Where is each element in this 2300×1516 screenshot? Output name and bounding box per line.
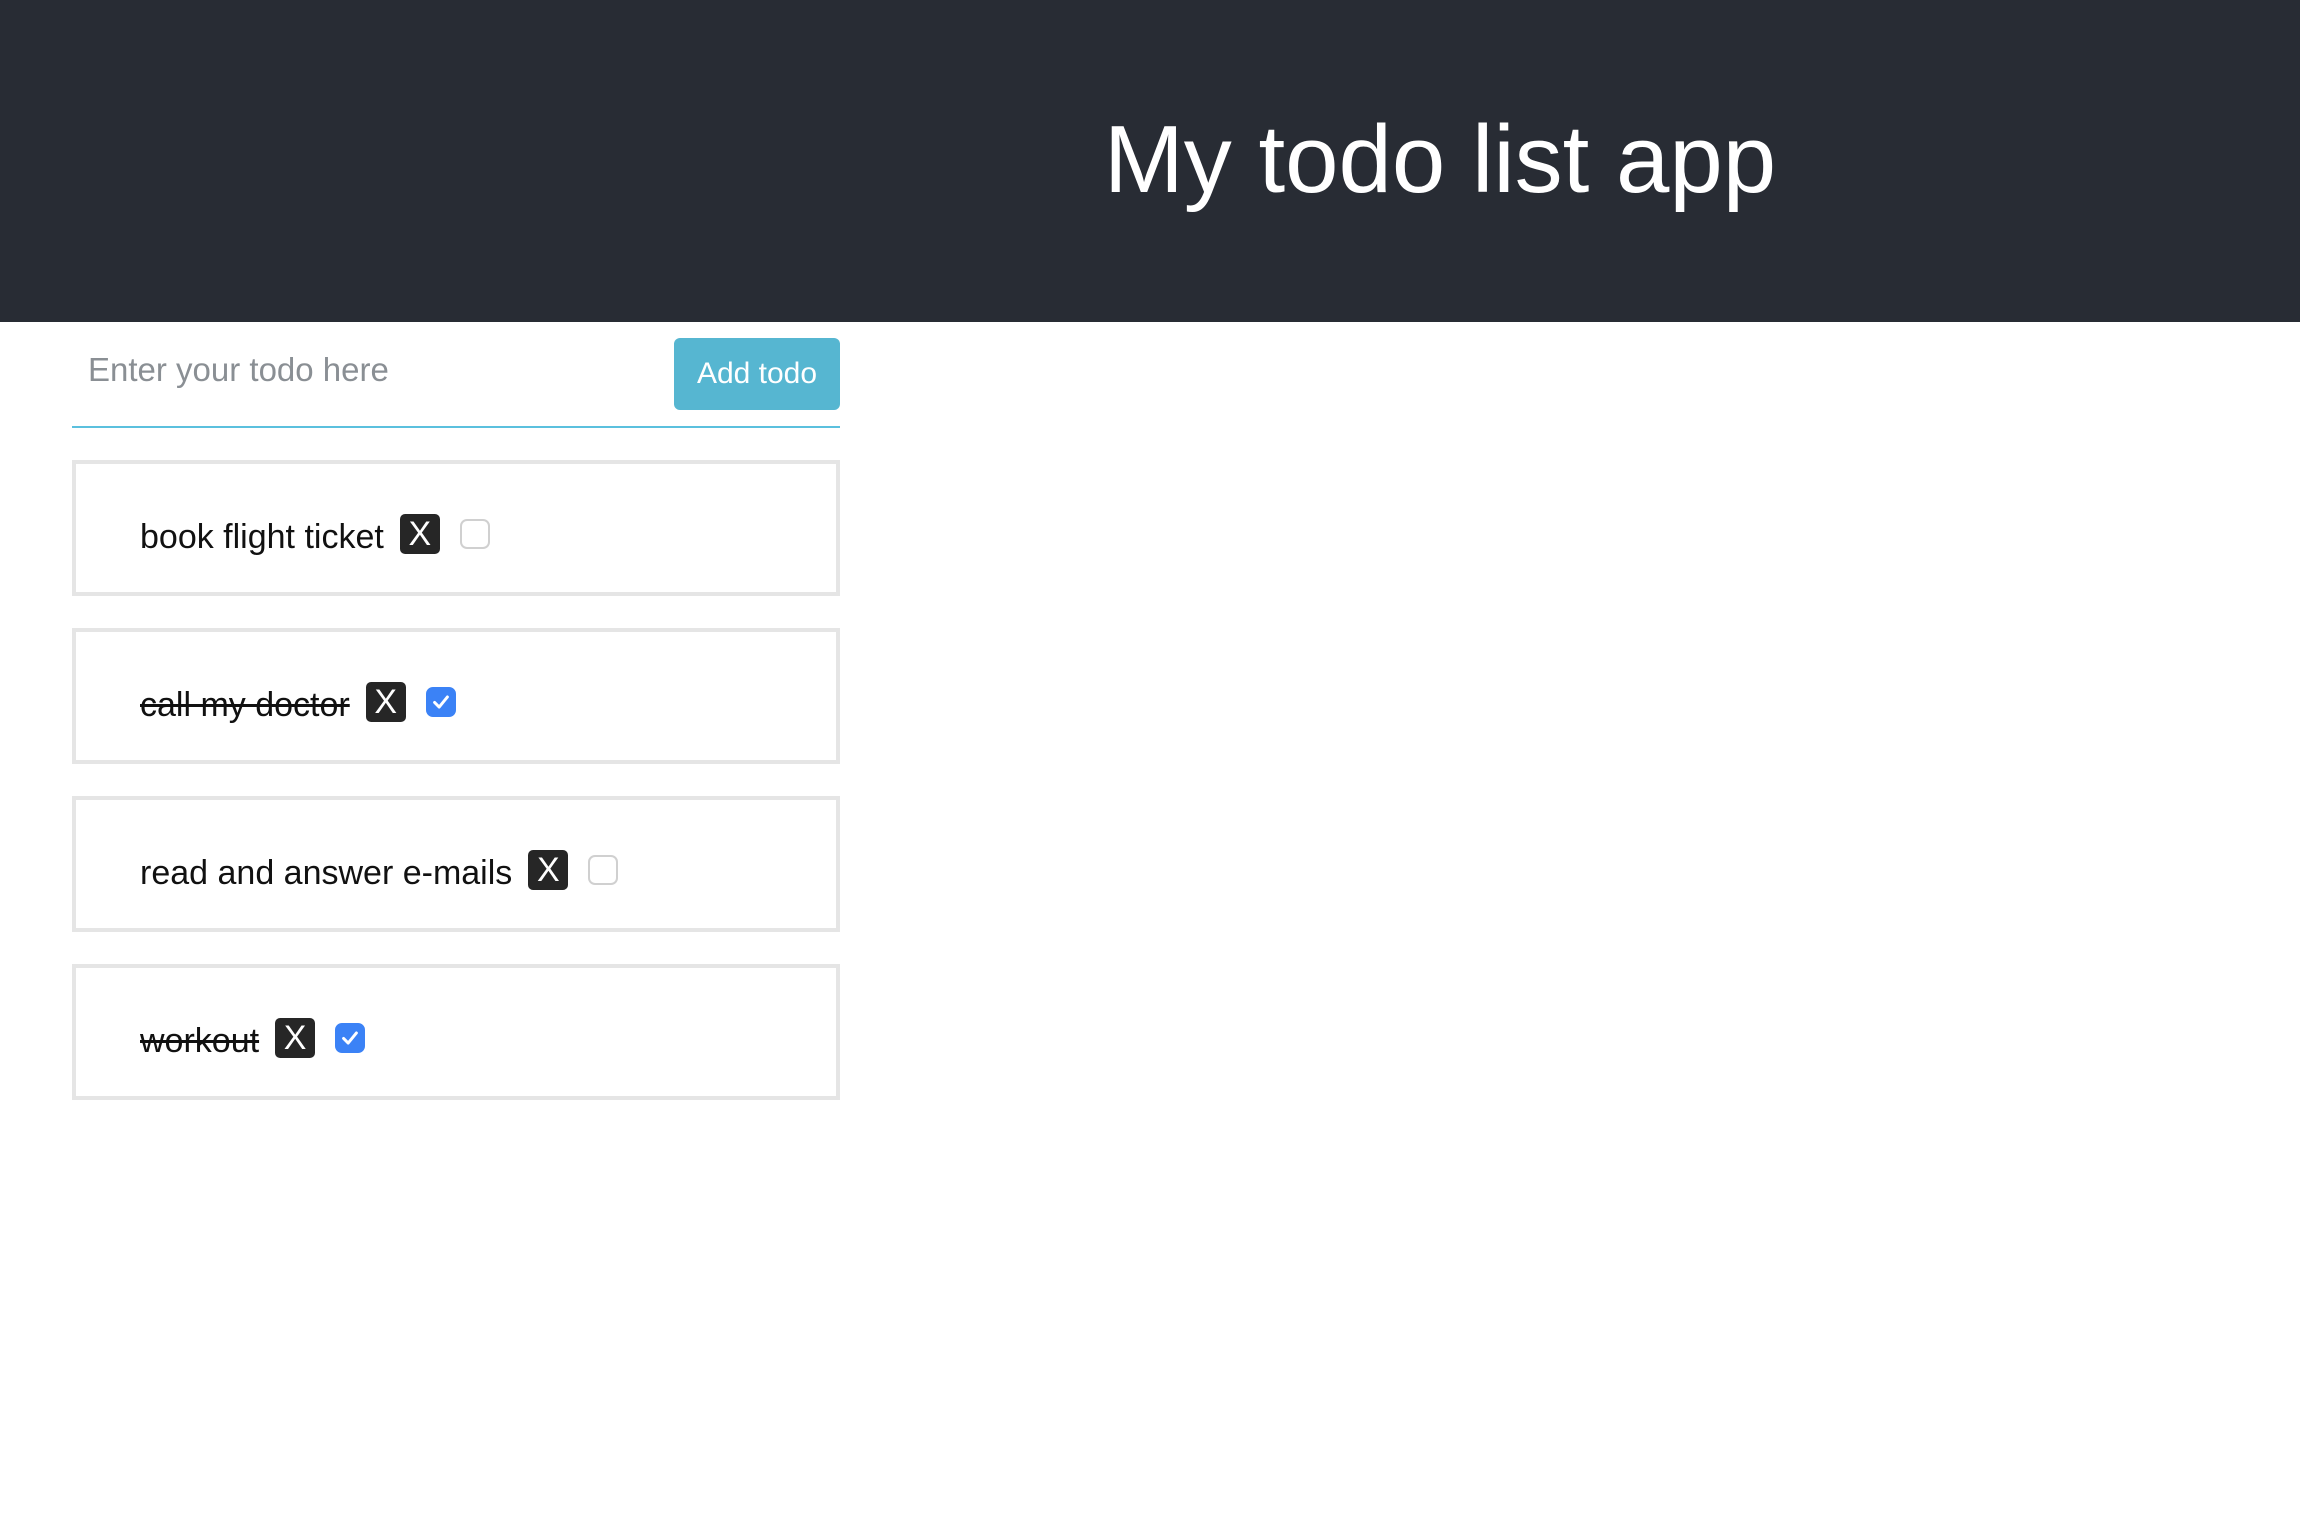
todo-text: book flight ticket xyxy=(140,518,384,556)
checkbox-unchecked-icon[interactable] xyxy=(459,519,490,549)
delete-todo-button[interactable]: X xyxy=(275,1018,316,1058)
checkbox-checked-icon[interactable] xyxy=(425,687,456,717)
todo-item: call my doctor X xyxy=(72,628,840,764)
checkbox-checked-icon[interactable] xyxy=(335,1023,366,1053)
todo-item: workout X xyxy=(72,964,840,1100)
app-title: My todo list app xyxy=(1103,106,1777,213)
todo-list: book flight ticket X call my doctor X re… xyxy=(72,460,840,1132)
delete-todo-button[interactable]: X xyxy=(528,850,569,890)
todo-item: book flight ticket X xyxy=(72,460,840,596)
todo-text: workout xyxy=(140,1022,260,1060)
add-todo-button[interactable]: Add todo xyxy=(674,338,840,410)
add-todo-form: Add todo xyxy=(72,322,840,428)
todo-row: workout X xyxy=(140,1016,366,1060)
delete-todo-button[interactable]: X xyxy=(365,682,406,722)
delete-todo-button[interactable]: X xyxy=(399,514,440,554)
todo-text: read and answer e-mails xyxy=(140,854,513,892)
todo-row: book flight ticket X xyxy=(140,512,490,556)
app-header: My todo list app xyxy=(0,0,2300,322)
todo-row: read and answer e-mails X xyxy=(140,848,619,892)
todo-item: read and answer e-mails X xyxy=(72,796,840,932)
todo-text: call my doctor xyxy=(140,686,350,724)
checkbox-unchecked-icon[interactable] xyxy=(588,855,619,885)
todo-input[interactable] xyxy=(72,334,652,406)
todo-row: call my doctor X xyxy=(140,680,456,724)
